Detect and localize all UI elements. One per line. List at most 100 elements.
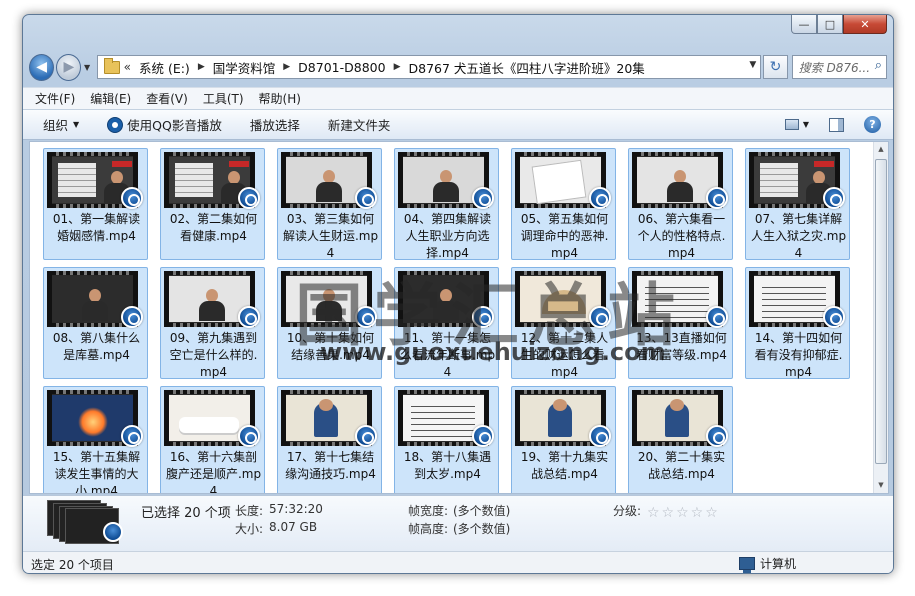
file-name: 18、第十八集遇到太岁.mp4 [403,450,492,481]
file-item[interactable]: 14、第十四如何看有没有抑郁症.mp4 [745,267,850,379]
file-name: 12、第十二集人生的财运怎么看.mp4 [520,331,609,379]
selection-count: 已选择 20 个项 [141,506,231,521]
file-item[interactable]: 18、第十八集遇到太岁.mp4 [394,386,499,493]
file-name: 05、第五集如何调理命中的恶神.mp4 [520,212,609,260]
file-item[interactable]: 20、第二十集实战总结.mp4 [628,386,733,493]
qq-player-icon [355,187,377,209]
size-value: 8.07 GB [269,520,318,534]
breadcrumb-separator-icon[interactable]: ▶ [283,62,290,72]
view-dropdown-icon[interactable]: ▼ [803,120,809,129]
recent-pages-dropdown[interactable]: ▼ [81,63,92,72]
command-bar: 组织 ▼ 使用QQ影音播放 播放选择 新建文件夹 ▼ ? [23,109,893,140]
file-item[interactable]: 08、第八集什么是库墓.mp4 [43,267,148,379]
forward-button[interactable]: ▶ [56,53,82,81]
file-name: 04、第四集解读人生职业方向选择.mp4 [403,212,492,260]
qq-player-icon [238,306,260,328]
file-name: 11、第十一集怎么看流年断事.mp4 [399,331,496,379]
file-name: 10、第十集如何结缘善果.mp4 [286,331,375,362]
title-bar[interactable]: — □ ✕ [23,15,893,45]
file-item[interactable]: 17、第十七集结缘沟通技巧.mp4 [277,386,382,493]
file-item[interactable]: 03、第三集如何解读人生财运.mp4 [277,148,382,260]
minimize-button[interactable]: — [791,15,817,34]
qq-player-icon [472,187,494,209]
close-button[interactable]: ✕ [843,15,887,34]
qq-player-icon [121,187,143,209]
file-name: 01、第一集解读婚姻感情.mp4 [52,212,141,243]
file-item[interactable]: 02、第二集如何看健康.mp4 [160,148,265,260]
menu-view[interactable]: 查看(V) [146,90,188,107]
file-item[interactable]: 09、第九集遇到空亡是什么样的.mp4 [160,267,265,379]
file-item[interactable]: 15、第十五集解读发生事情的大小.mp4 [43,386,148,493]
file-item[interactable]: 16、第十六集剖腹产还是顺产.mp4 [160,386,265,493]
menu-edit[interactable]: 编辑(E) [90,90,131,107]
file-item[interactable]: 11、第十一集怎么看流年断事.mp4 [394,267,499,379]
file-view: 01、第一集解读婚姻感情.mp4 02、第二集如何看健康.mp4 03、第三集如何解… [29,141,889,494]
frame-height-value: (多个数值) [453,522,511,536]
refresh-button[interactable]: ↻ [763,55,788,79]
rating-stars[interactable]: ☆☆☆☆☆ [647,505,720,521]
breadcrumb-overflow-icon[interactable]: « [124,60,131,74]
preview-pane-icon[interactable] [829,117,844,132]
file-item[interactable]: 12、第十二集人生的财运怎么看.mp4 [511,267,616,379]
maximize-button[interactable]: □ [817,15,843,34]
file-item[interactable]: 07、第七集详解人生入狱之灾.mp4 [745,148,850,260]
status-location: 计算机 [739,555,796,573]
play-selection-button[interactable]: 播放选择 [250,115,300,134]
qq-player-icon [355,425,377,447]
view-options-icon[interactable] [784,119,799,130]
search-icon[interactable]: ⌕ [875,58,882,73]
details-pane: 已选择 20 个项 长度: 57:32:20 大小: 8.07 GB 帧宽度: … [23,495,893,551]
file-item[interactable]: 04、第四集解读人生职业方向选择.mp4 [394,148,499,260]
scroll-up-icon[interactable]: ▲ [874,142,888,157]
chevron-down-icon: ▼ [73,120,80,129]
file-name: 07、第七集详解人生入狱之灾.mp4 [750,212,847,260]
file-item[interactable]: 05、第五集如何调理命中的恶神.mp4 [511,148,616,260]
search-input[interactable]: 搜索 D876... ⌕ [791,55,888,79]
help-icon[interactable]: ? [864,116,881,133]
scroll-thumb[interactable] [875,159,887,464]
navigation-row: ◀ ▶ ▼ « 系统 (E:) ▶ 国学资料馆 ▶ D8701-D8800 ▶ … [29,53,888,81]
qq-player-icon [706,306,728,328]
status-selection-text: 选定 20 个项目 [31,558,114,572]
play-with-qq-label: 使用QQ影音播放 [127,118,222,133]
file-item[interactable]: 01、第一集解读婚姻感情.mp4 [43,148,148,260]
address-dropdown-icon[interactable]: ▼ [749,60,756,70]
file-item[interactable]: 06、第六集看一个人的性格特点.mp4 [628,148,733,260]
qq-player-icon [472,306,494,328]
explorer-window: — □ ✕ ◀ ▶ ▼ « 系统 (E:) ▶ 国学资料馆 ▶ D8701-D8… [22,14,894,574]
file-item[interactable]: 10、第十集如何结缘善果.mp4 [277,267,382,379]
vertical-scrollbar[interactable]: ▲ ▼ [873,142,888,493]
menu-file[interactable]: 文件(F) [35,90,75,107]
search-placeholder: 搜索 D876... [798,60,871,75]
breadcrumb-item-range[interactable]: D8701-D8800 [298,60,385,75]
qq-player-icon [107,116,124,133]
menu-help[interactable]: 帮助(H) [259,90,301,107]
menu-tools[interactable]: 工具(T) [203,90,244,107]
forward-arrow-icon: ▶ [63,59,75,75]
file-item[interactable]: 19、第十九集实战总结.mp4 [511,386,616,493]
qq-player-icon [121,306,143,328]
folder-icon [103,57,120,74]
qq-player-icon [706,425,728,447]
address-bar[interactable]: « 系统 (E:) ▶ 国学资料馆 ▶ D8701-D8800 ▶ D8767 … [96,55,762,79]
file-name: 02、第二集如何看健康.mp4 [169,212,258,243]
qq-player-icon [103,522,123,542]
back-button[interactable]: ◀ [29,53,55,81]
back-arrow-icon: ◀ [36,59,47,75]
menu-bar: 文件(F) 编辑(E) 查看(V) 工具(T) 帮助(H) [23,87,893,109]
breadcrumb-item-drive[interactable]: 系统 (E:) [139,58,190,77]
scroll-down-icon[interactable]: ▼ [874,478,888,493]
breadcrumb-separator-icon[interactable]: ▶ [394,62,401,72]
qq-player-icon [355,306,377,328]
qq-player-icon [238,425,260,447]
length-label: 长度: [235,504,264,518]
file-name: 19、第十九集实战总结.mp4 [520,450,609,481]
breadcrumb-separator-icon[interactable]: ▶ [198,62,205,72]
breadcrumb-item-current[interactable]: D8767 犬五道长《四柱八字进阶班》20集 [408,58,644,77]
breadcrumb-item-library[interactable]: 国学资料馆 [213,58,276,77]
play-with-qq-button[interactable]: 使用QQ影音播放 [107,115,222,134]
file-item[interactable]: 13、13直播如何看财富等级.mp4 [628,267,733,379]
new-folder-button[interactable]: 新建文件夹 [328,115,391,134]
window-controls: — □ ✕ [791,15,887,34]
organize-button[interactable]: 组织 ▼ [43,115,79,134]
